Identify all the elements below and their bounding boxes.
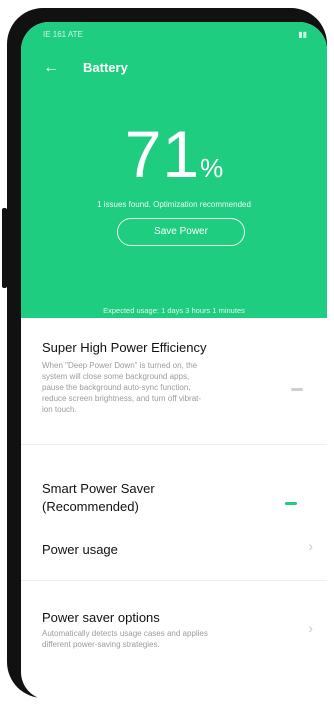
side-button bbox=[2, 208, 7, 288]
signal-icon: ▮▮ bbox=[298, 30, 307, 39]
super-high-title: Super High Power Efficiency bbox=[42, 340, 207, 355]
smart-saver-toggle[interactable] bbox=[277, 496, 307, 510]
battery-unit: % bbox=[200, 153, 224, 183]
status-bar: IE 161 ATE ▮▮ bbox=[21, 22, 327, 44]
status-text: IE 161 ATE bbox=[43, 30, 83, 39]
super-high-toggle[interactable] bbox=[279, 382, 309, 396]
page-title: Battery bbox=[83, 60, 128, 75]
expected-usage-text: Expected usage: 1 days 3 hours 1 minutes bbox=[103, 306, 245, 315]
issues-text: 1 issues found. Optimization recommended bbox=[97, 200, 251, 209]
saver-options-title: Power saver options bbox=[42, 610, 160, 625]
battery-percentage: 71% bbox=[21, 116, 327, 192]
save-power-button[interactable]: Save Power bbox=[117, 218, 245, 246]
chevron-right-icon: › bbox=[308, 538, 313, 554]
power-usage-title: Power usage bbox=[42, 542, 118, 557]
divider bbox=[21, 580, 327, 581]
toggle-knob bbox=[285, 502, 297, 505]
back-arrow-icon[interactable]: ← bbox=[43, 60, 61, 76]
divider bbox=[21, 444, 327, 445]
battery-value: 71 bbox=[124, 117, 201, 191]
saver-options-description: Automatically detects usage cases and ap… bbox=[42, 629, 208, 649]
screen: IE 161 ATE ▮▮ ← Battery 71% 1 issues fou… bbox=[21, 22, 327, 700]
toggle-knob bbox=[291, 388, 303, 391]
chevron-right-icon: › bbox=[308, 620, 313, 636]
phone-frame: IE 161 ATE ▮▮ ← Battery 71% 1 issues fou… bbox=[7, 8, 327, 700]
battery-hero: IE 161 ATE ▮▮ ← Battery 71% 1 issues fou… bbox=[21, 22, 327, 318]
super-high-description: When "Deep Power Down" is turned on, the… bbox=[42, 361, 202, 414]
smart-saver-title: Smart Power Saver (Recommended) bbox=[42, 481, 155, 514]
